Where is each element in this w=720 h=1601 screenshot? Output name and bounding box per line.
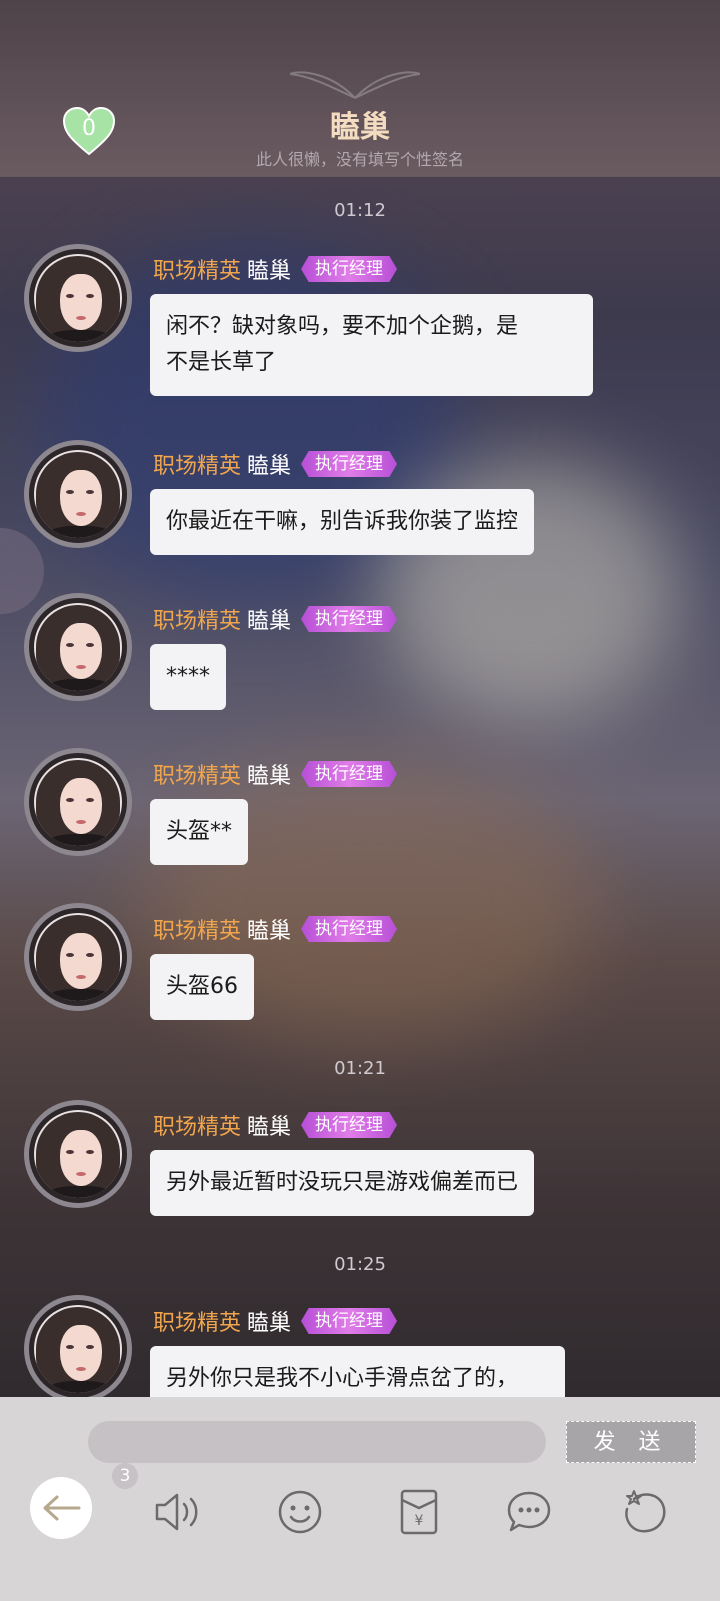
message-timestamp: 01:25 [334,1254,386,1275]
message-bubble[interactable]: 头盔66 [150,954,254,1020]
message-input[interactable] [88,1421,546,1463]
role-badge: 执行经理 [301,256,398,282]
input-bar: 发 送 3 ¥ [0,1397,720,1601]
back-button[interactable]: 3 [30,1463,138,1539]
sender-rank: 职场精英 [153,609,242,634]
voice-icon [155,1493,198,1531]
sender-row: 职场精英 瞌巢 执行经理 [153,913,398,945]
sender-name: 瞌巢 [247,1311,292,1336]
avatar[interactable] [24,244,132,352]
message-timestamp: 01:12 [334,200,386,221]
sender-row: 职场精英 瞌巢 执行经理 [153,253,398,285]
message-text-line: 闲不？缺对象吗，要不加个企鹅，是 [166,314,519,339]
avatar[interactable] [24,748,132,856]
sender-rank: 职场精英 [153,1115,242,1140]
avatar[interactable] [24,440,132,548]
message-bubble[interactable]: 你最近在干嘛，别告诉我你装了监控 [150,489,535,555]
message-text-line: 头盔66 [166,974,238,999]
role-badge: 执行经理 [301,1308,398,1334]
message-bubble[interactable]: 另外最近暂时没玩只是游戏偏差而已 [150,1150,535,1216]
sender-rank: 职场精英 [153,454,242,479]
toolbar: 3 ¥ [0,1463,720,1577]
message-timestamp: 01:21 [334,1058,386,1079]
message-text-line: 另外你只是我不小心手滑点岔了的， [166,1366,519,1391]
emoji-button[interactable] [265,1477,335,1547]
chat-header: 0 瞌巢 此人很懒，没有填写个性签名 [0,0,720,177]
red-packet-icon: ¥ [400,1489,438,1535]
wing-decoration-icon [290,71,420,99]
message-text-line: 你最近在干嘛，别告诉我你装了监控 [166,509,519,534]
back-badge-count: 3 [112,1463,138,1489]
role-badge: 执行经理 [301,1112,398,1138]
red-packet-button[interactable]: ¥ [384,1477,454,1547]
chat-bubble-button[interactable] [494,1477,564,1547]
voice-button[interactable] [143,1477,213,1547]
message-text-line: 不是长草了 [166,350,277,375]
sender-name: 瞌巢 [247,609,292,634]
role-badge: 执行经理 [301,761,398,787]
sender-rank: 职场精英 [153,764,242,789]
avatar[interactable] [24,903,132,1011]
sender-row: 职场精英 瞌巢 执行经理 [153,448,398,480]
sender-rank: 职场精英 [153,259,242,284]
emoji-icon [278,1490,322,1534]
avatar[interactable] [24,1100,132,1208]
page-title: 瞌巢 [330,110,390,145]
avatar[interactable] [24,593,132,701]
sender-name: 瞌巢 [247,1115,292,1140]
sender-name: 瞌巢 [247,919,292,944]
sender-row: 职场精英 瞌巢 执行经理 [153,1305,398,1337]
page-subtitle: 此人很懒，没有填写个性签名 [255,150,464,169]
message-bubble[interactable]: 头盔** [150,799,249,865]
sender-name: 瞌巢 [247,764,292,789]
side-float-button[interactable] [0,528,44,614]
sender-row: 职场精英 瞌巢 执行经理 [153,603,398,635]
avatar[interactable] [24,1295,132,1403]
refresh-button[interactable] [610,1477,680,1547]
refresh-icon [625,1490,666,1533]
message-text-line: 头盔** [166,819,233,844]
role-badge: 执行经理 [301,451,398,477]
message-bubble[interactable]: **** [150,644,226,710]
sender-row: 职场精英 瞌巢 执行经理 [153,1109,398,1141]
sender-rank: 职场精英 [153,919,242,944]
sender-name: 瞌巢 [247,259,292,284]
sender-name: 瞌巢 [247,454,292,479]
sender-row: 职场精英 瞌巢 执行经理 [153,758,398,790]
role-badge: 执行经理 [301,606,398,632]
back-arrow-icon [43,1495,81,1521]
message-text-line: **** [166,664,210,689]
role-badge: 执行经理 [301,916,398,942]
chat-bubble-icon [507,1491,551,1532]
message-text-line: 另外最近暂时没玩只是游戏偏差而已 [166,1170,519,1195]
send-button[interactable]: 发 送 [566,1421,696,1463]
svg-text:¥: ¥ [415,1513,424,1529]
message-bubble[interactable]: 闲不？缺对象吗，要不加个企鹅，是 不是长草了 [150,294,593,396]
sender-rank: 职场精英 [153,1311,242,1336]
